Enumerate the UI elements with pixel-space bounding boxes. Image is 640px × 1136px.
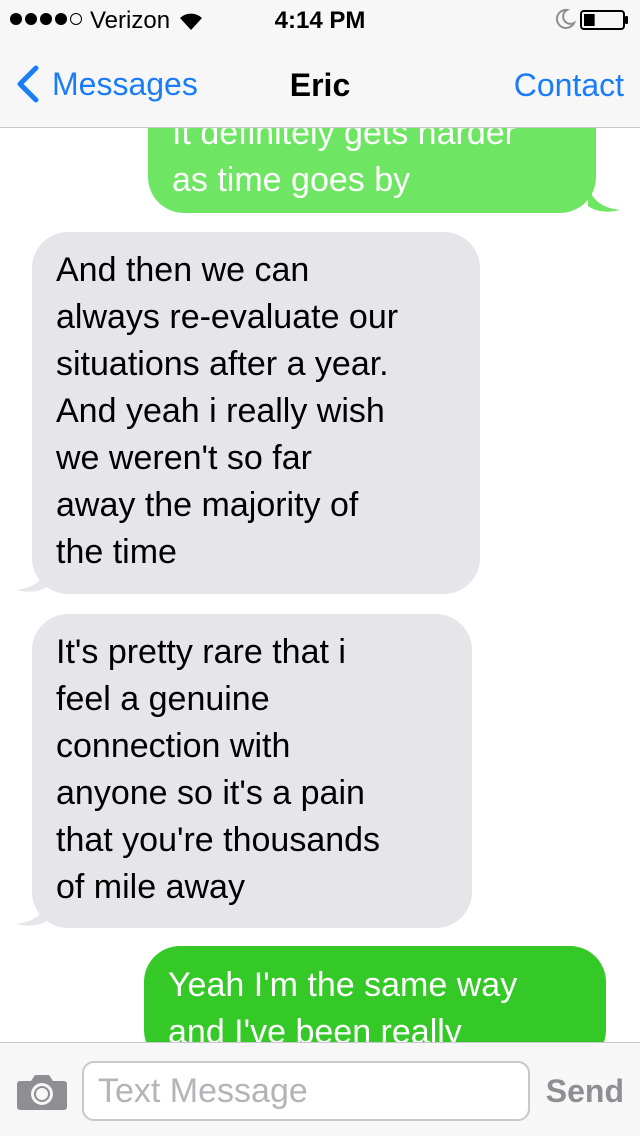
contact-button[interactable]: Contact bbox=[514, 67, 624, 104]
camera-icon[interactable] bbox=[16, 1071, 68, 1111]
received-message[interactable]: It's pretty rare that i feel a genuine c… bbox=[32, 614, 472, 928]
top-bar: Verizon 4:14 PM Messages Eric Contact bbox=[0, 0, 640, 128]
status-time: 4:14 PM bbox=[274, 7, 366, 34]
bubble-tail bbox=[16, 900, 48, 926]
messages-screen: It definitely gets harder as time goes b… bbox=[0, 0, 640, 1136]
battery-icon bbox=[580, 10, 628, 30]
message-text-field[interactable] bbox=[82, 1061, 530, 1121]
navigation-bar: Messages Eric Contact bbox=[0, 40, 640, 128]
received-message[interactable]: And then we can always re-evaluate our s… bbox=[32, 232, 480, 594]
back-button[interactable]: Messages bbox=[14, 64, 198, 104]
message-text: It's pretty rare that i feel a genuine c… bbox=[56, 633, 381, 906]
bubble-tail bbox=[16, 566, 48, 592]
bubble-tail bbox=[588, 186, 620, 212]
status-bar: Verizon 4:14 PM bbox=[0, 0, 640, 40]
send-button[interactable]: Send bbox=[546, 1073, 624, 1110]
message-input-bar: Send bbox=[0, 1042, 640, 1136]
back-button-label: Messages bbox=[52, 65, 198, 102]
do-not-disturb-icon bbox=[555, 8, 576, 29]
chevron-left-icon bbox=[17, 65, 39, 103]
message-text: And then we can always re-evaluate our s… bbox=[56, 251, 399, 571]
